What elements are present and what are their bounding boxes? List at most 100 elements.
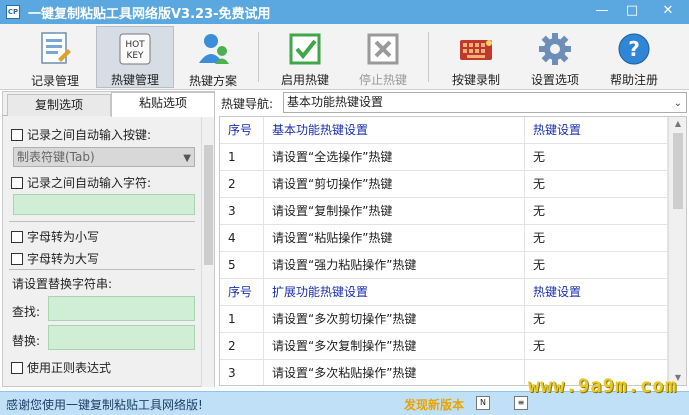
tab-copy-options[interactable]: 复制选项 [7,94,111,116]
gray-x-icon [364,31,402,66]
tab-paste-options[interactable]: 粘贴选项 [111,92,215,117]
paste-options-panel: 复制选项 粘贴选项 记录之间自动输入按键: 制表符键(Tab) ▼ 记录之间自动… [2,91,215,387]
row-setting: 无 [525,252,668,279]
left-panel-scrollbar[interactable] [201,117,214,387]
hotkey-scheme-label: 热键方案 [188,74,237,88]
replace-input[interactable] [48,325,195,350]
row-setting: 无 [525,144,668,171]
divider [9,269,195,270]
to-upper-label: 字母转为大写 [27,252,100,266]
replace-label: 替换: [12,334,41,348]
hotkey-manage-button[interactable]: HOT KEY 热键管理 [96,26,174,88]
auto-char-label: 记录之间自动输入字符: [27,176,152,190]
stop-hotkey-button[interactable]: 停止热键 [344,26,422,88]
checkbox-box[interactable] [11,230,23,243]
auto-key-label: 记录之间自动输入按键: [27,128,152,142]
checkbox-box[interactable] [11,176,23,189]
grid-header-row: 序号 扩展功能热键设置 热键设置 [220,279,668,306]
key-record-button[interactable]: 按键录制 [437,26,515,88]
hotkey-icon: HOT KEY [116,32,154,66]
auto-char-checkbox[interactable]: 记录之间自动输入字符: [11,174,151,191]
checkbox-box[interactable] [11,361,23,374]
window-title: 一键复制粘贴工具网络版V3.23-免费试用 [28,6,271,22]
row-number: 序号 [220,279,264,306]
title-bar: CP 一键复制粘贴工具网络版V3.23-免费试用 — □ ✕ [0,0,689,24]
hotkey-nav-select[interactable]: 基本功能热键设置 ⌄ [283,92,687,113]
row-setting: 无 [525,225,668,252]
divider [9,221,195,222]
minimize-button[interactable]: — [587,0,617,20]
toolbar-separator [428,32,429,82]
document-list-icon [36,31,74,67]
hotkey-scheme-button[interactable]: 热键方案 [174,26,252,88]
watermark: www.9a9m.com [528,375,678,397]
find-input[interactable] [48,296,195,321]
row-name: 请设置“多次剪切操作”热键 [264,306,525,333]
auto-key-value: 制表符键(Tab) [17,150,95,164]
options-tabs: 复制选项 粘贴选项 [3,92,215,117]
settings-button[interactable]: 设置选项 [516,26,594,88]
new-version-link[interactable]: 发现新版本 [404,396,464,413]
row-name: 请设置“粘贴操作”热键 [264,225,525,252]
maximize-button[interactable]: □ [617,0,647,20]
enable-hotkey-button[interactable]: 启用热键 [266,26,344,88]
help-register-button[interactable]: ? 帮助注册 [595,26,673,88]
row-setting: 无 [525,198,668,225]
regex-checkbox[interactable]: 使用正则表达式 [11,359,111,376]
hotkey-nav: 热键导航: 基本功能热键设置 ⌄ [219,91,687,115]
row-number: 4 [220,225,264,252]
to-lower-label: 字母转为小写 [27,230,100,244]
checkbox-box[interactable] [11,128,23,141]
table-row[interactable]: 3 请设置“复制操作”热键无 [220,198,668,225]
records-manage-button[interactable]: 记录管理 [16,26,94,88]
to-upper-checkbox[interactable]: 字母转为大写 [11,250,99,267]
auto-char-input[interactable] [13,194,195,215]
row-name: 请设置“多次粘贴操作”热键 [264,360,525,385]
chevron-down-icon: ⌄ [673,98,682,109]
row-number: 3 [220,360,264,385]
regex-label: 使用正则表达式 [27,361,112,375]
grid-header-row: 序号 基本功能热键设置 热键设置 [220,117,668,144]
scrollbar-thumb[interactable] [204,145,213,265]
auto-key-select[interactable]: 制表符键(Tab) ▼ [13,147,195,167]
grid-scrollbar[interactable]: ▲ ▼ [668,117,686,385]
close-button[interactable]: ✕ [647,0,689,20]
settings-label: 设置选项 [530,73,579,87]
replace-title: 请设置替换字符串: [12,277,113,291]
auto-key-checkbox[interactable]: 记录之间自动输入按键: [11,126,151,143]
scrollbar-thumb[interactable] [673,133,683,209]
row-setting: 无 [525,306,668,333]
help-icon: ? [615,31,653,66]
notification-icon[interactable]: N [476,396,490,410]
row-setting: 热键设置 [525,279,668,306]
table-row[interactable]: 2 请设置“剪切操作”热键无 [220,171,668,198]
row-name: 请设置“全选操作”热键 [264,144,525,171]
scroll-up-icon[interactable]: ▲ [669,117,686,131]
table-row[interactable]: 2 请设置“多次复制操作”热键无 [220,333,668,360]
row-name: 请设置“剪切操作”热键 [264,171,525,198]
table-row[interactable]: 1 请设置“多次剪切操作”热键无 [220,306,668,333]
hotkey-nav-value: 基本功能热键设置 [287,95,384,109]
row-name: 请设置“复制操作”热键 [264,198,525,225]
gear-icon [536,31,574,66]
to-lower-checkbox[interactable]: 字母转为小写 [11,228,99,245]
users-icon [194,31,232,67]
row-name: 请设置“强力粘贴操作”热键 [264,252,525,279]
table-row[interactable]: 4 请设置“粘贴操作”热键无 [220,225,668,252]
svg-text:HOT: HOT [125,40,145,50]
table-row[interactable]: 1 请设置“全选操作”热键无 [220,144,668,171]
document-icon[interactable]: ≡ [514,396,528,410]
status-message: 感谢您使用一键复制粘贴工具网络版! [6,398,203,412]
table-row[interactable]: 5 请设置“强力粘贴操作”热键无 [220,252,668,279]
keyboard-record-icon [457,31,495,66]
stop-hotkey-label: 停止热键 [358,73,407,87]
row-number: 5 [220,252,264,279]
row-number: 3 [220,198,264,225]
svg-text:?: ? [628,37,640,61]
records-manage-label: 记录管理 [30,74,79,88]
checkbox-box[interactable] [11,252,23,265]
green-check-icon [286,31,324,66]
find-label: 查找: [12,305,41,319]
toolbar-separator [258,32,259,82]
svg-text:KEY: KEY [126,51,144,61]
